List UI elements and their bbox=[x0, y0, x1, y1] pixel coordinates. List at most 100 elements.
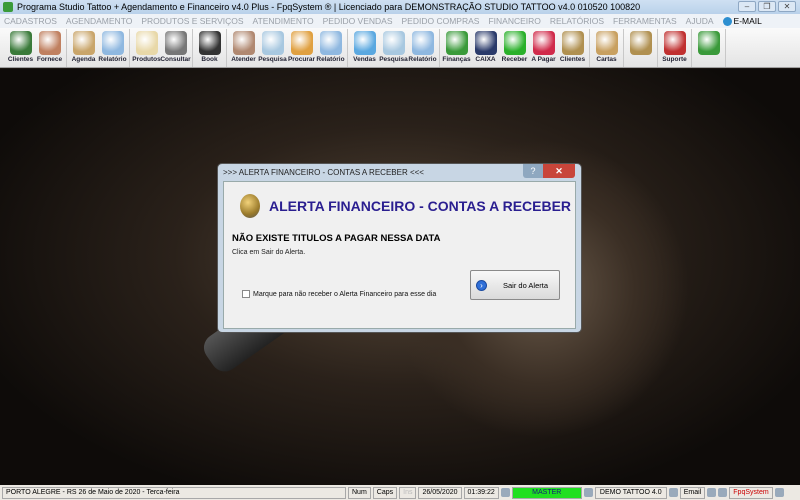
toolbar-button-finan-as[interactable]: Finanças bbox=[442, 29, 471, 67]
toolbar-group: Suporte bbox=[658, 29, 692, 67]
suporte-icon bbox=[663, 31, 686, 55]
toolbar-button-procurar[interactable]: Procurar bbox=[287, 29, 316, 67]
dialog-close-button[interactable]: ✕ bbox=[543, 164, 575, 178]
toolbar-label: Clientes bbox=[559, 56, 586, 63]
status-time: 01:39:22 bbox=[463, 486, 499, 499]
maximize-button[interactable]: ❐ bbox=[758, 1, 776, 12]
menu-pedido-vendas[interactable]: PEDIDO VENDAS bbox=[323, 16, 393, 26]
status-brand[interactable]: FpqSystem bbox=[729, 486, 773, 499]
toolbar: Clientes Fornece Agenda Relatório Produtos Co… bbox=[0, 28, 800, 68]
menu-email[interactable]: E-MAIL bbox=[722, 16, 762, 26]
menu-agendamento[interactable]: AGENDAMENTO bbox=[66, 16, 132, 26]
toolbar-button-receber[interactable]: Receber bbox=[500, 29, 529, 67]
menu-ajuda[interactable]: AJUDA bbox=[686, 16, 714, 26]
toolbar-label: A Pagar bbox=[531, 56, 556, 63]
toolbar-group: Agenda Relatório bbox=[67, 29, 130, 67]
status-location: PORTO ALEGRE - RS 26 de Maio de 2020 - T… bbox=[2, 486, 346, 499]
menu-pedido-compras[interactable]: PEDIDO COMPRAS bbox=[402, 16, 480, 26]
relat-rio-icon bbox=[319, 31, 342, 55]
toolbar-button-a-pagar[interactable]: A Pagar bbox=[529, 29, 558, 67]
status-bar: PORTO ALEGRE - RS 26 de Maio de 2020 - T… bbox=[0, 485, 800, 500]
menu-ferramentas[interactable]: FERRAMENTAS bbox=[613, 16, 677, 26]
cartas-icon bbox=[595, 31, 618, 55]
toolbar-label: Relatório bbox=[316, 56, 345, 63]
info-icon[interactable] bbox=[774, 488, 784, 497]
window-title: Programa Studio Tattoo + Agendamento e F… bbox=[17, 2, 641, 12]
produtos-icon bbox=[135, 31, 158, 55]
toolbar-group: Book bbox=[193, 29, 227, 67]
extra-icon bbox=[629, 31, 652, 55]
toolbar-button-vendas[interactable]: Vendas bbox=[350, 29, 379, 67]
procurar-icon bbox=[290, 31, 313, 55]
toolbar-button-clientes[interactable]: Clientes bbox=[6, 29, 35, 67]
minimize-button[interactable]: – bbox=[738, 1, 756, 12]
toolbar-button-extra[interactable] bbox=[626, 29, 655, 67]
toolbar-label: Consultar bbox=[160, 56, 191, 63]
menu-produtos-e-servi-os[interactable]: PRODUTOS E SERVIÇOS bbox=[141, 16, 243, 26]
help-button[interactable]: ? bbox=[523, 164, 543, 178]
email-icon[interactable] bbox=[668, 488, 678, 497]
menu-relat-rios[interactable]: RELATÓRIOS bbox=[550, 16, 604, 26]
toolbar-button-clientes[interactable]: Clientes bbox=[558, 29, 587, 67]
toolbar-button-relat-rio[interactable]: Relatório bbox=[316, 29, 345, 67]
toolbar-group: Finanças CAIXA Receber A Pagar Clientes bbox=[440, 29, 590, 67]
toolbar-label: Pesquisa bbox=[379, 56, 408, 63]
toolbar-button-produtos[interactable]: Produtos bbox=[132, 29, 161, 67]
dont-alert-checkbox[interactable]: Marque para não receber o Alerta Finance… bbox=[242, 290, 436, 298]
checkbox-box[interactable] bbox=[242, 290, 250, 298]
toolbar-button-fornece[interactable]: Fornece bbox=[35, 29, 64, 67]
toolbar-button-book[interactable]: Book bbox=[195, 29, 224, 67]
toolbar-button-pesquisa[interactable]: Pesquisa bbox=[379, 29, 408, 67]
alert-hint: Clica em Sair do Alerta. bbox=[232, 249, 306, 256]
menu-atendimento[interactable]: ATENDIMENTO bbox=[253, 16, 314, 26]
user-icon bbox=[500, 488, 510, 497]
menu-financeiro[interactable]: FINANCEIRO bbox=[488, 16, 540, 26]
clientes-icon bbox=[9, 31, 32, 55]
close-button[interactable]: ✕ bbox=[778, 1, 796, 12]
a-pagar-icon bbox=[532, 31, 555, 55]
receber-icon bbox=[503, 31, 526, 55]
toolbar-button-cartas[interactable]: Cartas bbox=[592, 29, 621, 67]
toolbar-button-atender[interactable]: Atender bbox=[229, 29, 258, 67]
relat-rio-icon bbox=[411, 31, 434, 55]
menu-email-label: E-MAIL bbox=[733, 16, 762, 26]
toolbar-label: Finanças bbox=[442, 56, 471, 63]
toolbar-button-relat-rio[interactable]: Relatório bbox=[98, 29, 127, 67]
toolbar-button-suporte[interactable]: Suporte bbox=[660, 29, 689, 67]
toolbar-button-agenda[interactable]: Agenda bbox=[69, 29, 98, 67]
toolbar-group: Cartas bbox=[590, 29, 624, 67]
toolbar-button-extra[interactable] bbox=[694, 29, 723, 67]
financial-alert-dialog: >>> ALERTA FINANCEIRO - CONTAS A RECEBER… bbox=[217, 163, 582, 333]
title-bar: Programa Studio Tattoo + Agendamento e F… bbox=[0, 0, 800, 14]
clientes-icon bbox=[561, 31, 584, 55]
alert-message: NÃO EXISTE TITULOS A PAGAR NESSA DATA bbox=[232, 233, 441, 244]
heading-text: ALERTA FINANCEIRO - CONTAS A RECEBER bbox=[269, 198, 572, 214]
exit-alert-label: Sair do Alerta bbox=[503, 280, 549, 290]
coin-icon bbox=[240, 194, 260, 218]
status-email[interactable]: Email bbox=[679, 486, 706, 499]
toolbar-group: Vendas Pesquisa Relatório bbox=[348, 29, 440, 67]
menu-cadastros[interactable]: CADASTROS bbox=[4, 16, 57, 26]
toolbar-group bbox=[692, 29, 726, 67]
status-date: 26/05/2020 bbox=[418, 486, 462, 499]
toolbar-group: Atender Pesquisa Procurar Relatório bbox=[227, 29, 348, 67]
toolbar-button-consultar[interactable]: Consultar bbox=[160, 29, 191, 67]
calculator-icon[interactable] bbox=[718, 488, 728, 497]
toolbar-button-pesquisa[interactable]: Pesquisa bbox=[258, 29, 287, 67]
toolbar-label: Suporte bbox=[662, 56, 687, 63]
toolbar-button-relat-rio[interactable]: Relatório bbox=[408, 29, 437, 67]
toolbar-label: Fornece bbox=[36, 56, 63, 63]
consultar-icon bbox=[164, 31, 187, 55]
toolbar-label: Relatório bbox=[98, 56, 127, 63]
print-icon[interactable] bbox=[707, 488, 717, 497]
pesquisa-icon bbox=[261, 31, 284, 55]
toolbar-label: Atender bbox=[231, 56, 256, 63]
toolbar-button-caixa[interactable]: CAIXA bbox=[471, 29, 500, 67]
status-user: MASTER bbox=[511, 486, 582, 499]
menu-bar: CADASTROS AGENDAMENTO PRODUTOS E SERVIÇOS A… bbox=[0, 14, 800, 28]
toolbar-label: Pesquisa bbox=[258, 56, 287, 63]
toolbar-label: Book bbox=[201, 56, 218, 63]
exit-alert-button[interactable]: › Sair do Alerta bbox=[470, 270, 560, 300]
toolbar-group: Produtos Consultar bbox=[130, 29, 193, 67]
vendas-icon bbox=[353, 31, 376, 55]
